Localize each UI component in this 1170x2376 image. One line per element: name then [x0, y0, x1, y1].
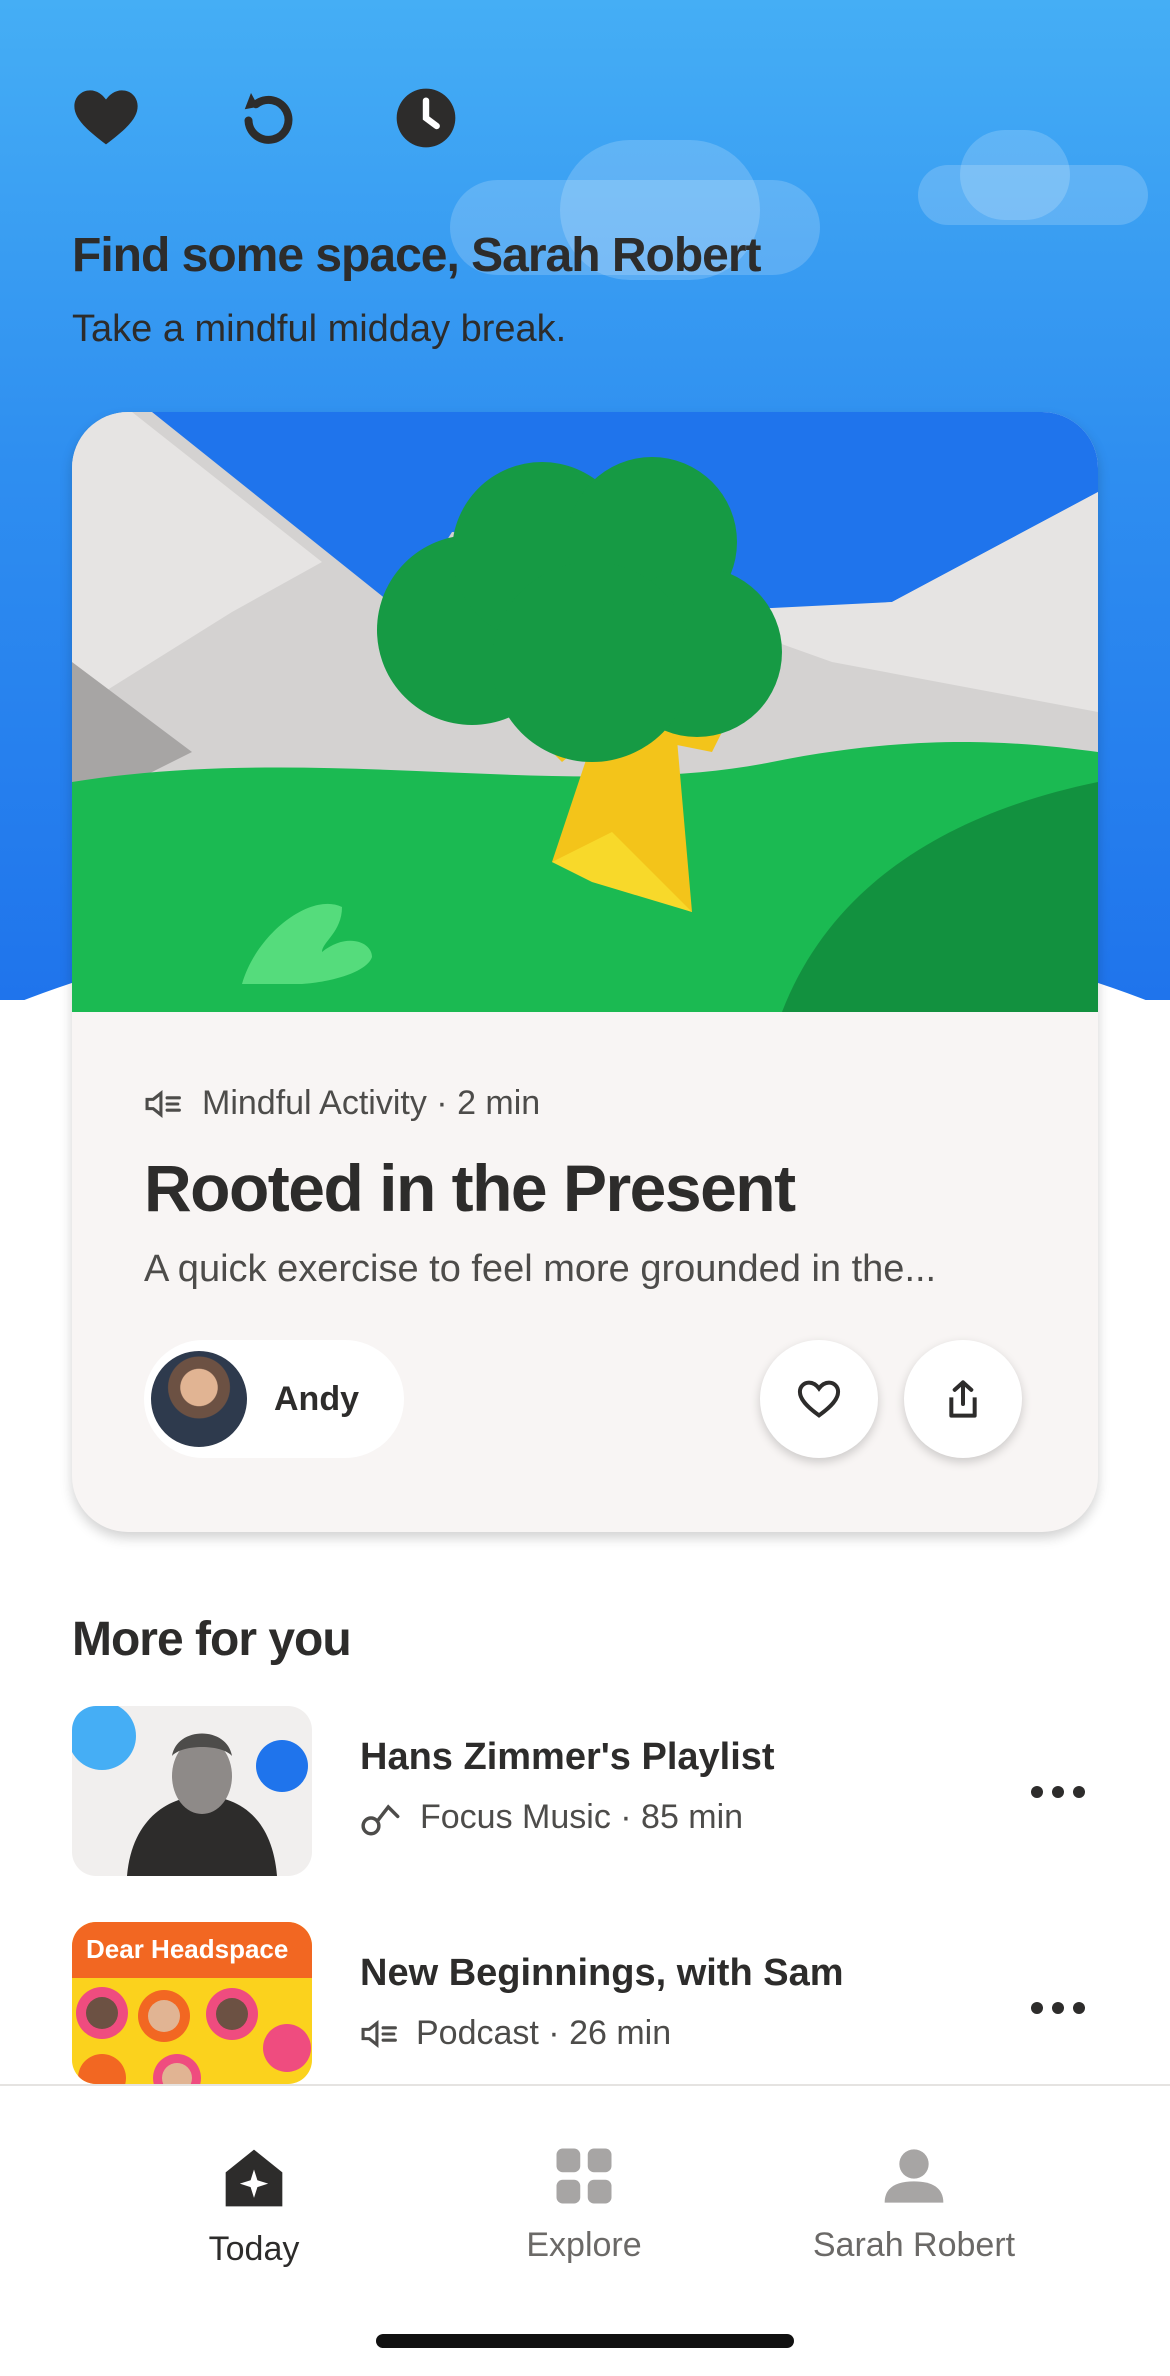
more-options-button[interactable]: [1018, 1978, 1098, 2038]
home-icon: [225, 2149, 283, 2207]
heart-icon[interactable]: [72, 84, 140, 152]
tree-illustration: [72, 412, 1098, 1012]
share-icon: [949, 1380, 977, 1418]
card-title: Rooted in the Present: [144, 1151, 796, 1225]
tab-today[interactable]: Today: [104, 2146, 404, 2269]
tab-label: Sarah Robert: [812, 2226, 1016, 2264]
thumbnail-text: Dear Headspace: [86, 1934, 289, 1964]
replay-icon[interactable]: [232, 84, 300, 152]
card-meta: Mindful Activity · 2 min: [144, 1084, 540, 1123]
item-meta-text: Podcast · 26 min: [416, 2014, 672, 2052]
podcast-thumbnail: Dear Headspace: [72, 1922, 312, 2084]
favorite-button[interactable]: [760, 1340, 878, 1458]
header-icons: [72, 78, 460, 158]
teacher-name: Andy: [274, 1379, 359, 1418]
featured-card[interactable]: Mindful Activity · 2 min Rooted in the P…: [72, 412, 1098, 1532]
music-note-icon: [361, 1803, 400, 1835]
home-indicator: [376, 2334, 794, 2348]
list-item[interactable]: Hans Zimmer's Playlist Focus Music · 85 …: [72, 1706, 1098, 1876]
tab-profile[interactable]: Sarah Robert: [764, 2146, 1064, 2265]
greeting-subtitle: Take a mindful midday break.: [72, 308, 567, 350]
profile-icon: [884, 2149, 944, 2203]
teacher-pill[interactable]: Andy: [144, 1340, 404, 1458]
grid-icon: [556, 2148, 612, 2204]
speaker-icon: [361, 2019, 397, 2048]
cloud-decoration: [960, 130, 1070, 220]
tab-label: Explore: [526, 2226, 642, 2264]
item-title: Hans Zimmer's Playlist: [360, 1736, 775, 1778]
card-description: A quick exercise to feel more grounded i…: [144, 1248, 937, 1290]
greeting-title: Find some space, Sarah Robert: [72, 229, 762, 282]
playlist-thumbnail: [72, 1706, 312, 1876]
list-item[interactable]: Dear Headspace New Beginnings, with Sam …: [72, 1922, 1098, 2092]
card-meta-text: Mindful Activity · 2 min: [202, 1084, 541, 1122]
item-meta-text: Focus Music · 85 min: [420, 1798, 744, 1836]
avatar: [148, 1348, 250, 1450]
item-meta: Podcast · 26 min: [360, 2014, 671, 2053]
heart-icon: [797, 1380, 841, 1418]
item-meta: Focus Music · 85 min: [360, 1798, 743, 1837]
share-button[interactable]: [904, 1340, 1022, 1458]
clock-icon[interactable]: [392, 84, 460, 152]
tab-explore[interactable]: Explore: [434, 2146, 734, 2265]
item-title: New Beginnings, with Sam: [360, 1952, 844, 1994]
tab-bar: Today Explore Sarah Robert: [0, 2084, 1170, 2376]
tab-label: Today: [208, 2230, 300, 2268]
section-title: More for you: [72, 1613, 352, 1666]
speaker-icon: [145, 1089, 181, 1118]
more-options-button[interactable]: [1018, 1762, 1098, 1822]
